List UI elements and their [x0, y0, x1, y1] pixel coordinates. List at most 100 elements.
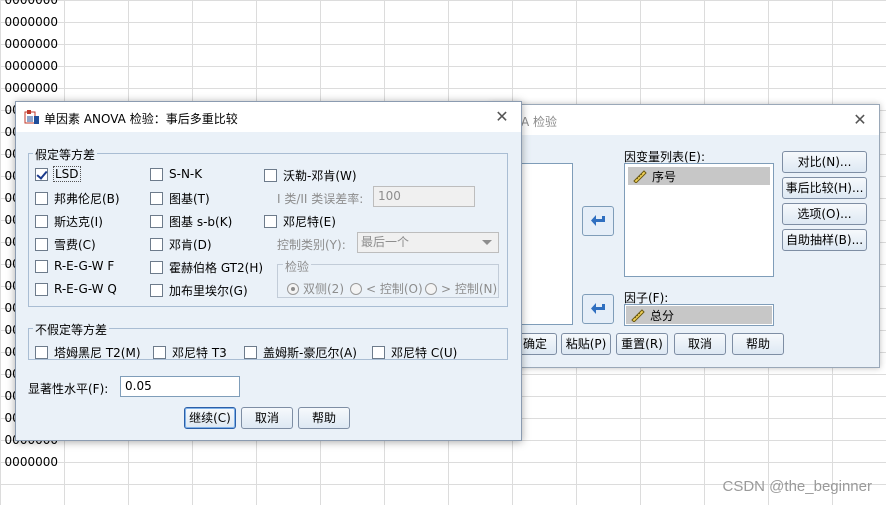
- checkbox-box[interactable]: [35, 282, 48, 296]
- dunnett-checkbox[interactable]: 邓尼特(E): [264, 213, 336, 230]
- post-hoc-dialog: 单因素 ANOVA 检验：事后多重比较 ✕ 假定等方差 LSD 邦弗伦尼(B) …: [15, 101, 522, 441]
- dialog-titlebar: 单因素 ANOVA 检验：事后多重比较 ✕: [16, 102, 521, 132]
- checkbox-box[interactable]: [35, 192, 48, 205]
- back-dialog-close-icon[interactable]: ✕: [851, 111, 869, 129]
- spss-app-icon: [24, 110, 39, 124]
- radio-dot[interactable]: [350, 282, 362, 295]
- dunnett-label: 邓尼特(E): [283, 215, 336, 229]
- arrow-left-icon: [591, 215, 605, 226]
- hochberg-label: 霍赫伯格 GT2(H): [169, 261, 264, 275]
- checkbox-box[interactable]: [150, 167, 163, 181]
- cell-value[interactable]: 0000000: [0, 55, 58, 77]
- radio-dot[interactable]: [425, 282, 437, 295]
- less-than-control-radio[interactable]: < 控制(O): [350, 280, 423, 297]
- dunnett-c-label: 邓尼特 C(U): [391, 346, 458, 360]
- checkbox-box[interactable]: [35, 259, 48, 273]
- factor-field[interactable]: 总分: [624, 304, 774, 326]
- cell-value[interactable]: 0000000: [0, 33, 58, 55]
- dunnett-c-checkbox[interactable]: 邓尼特 C(U): [372, 344, 457, 361]
- move-to-factor-button[interactable]: [582, 294, 614, 324]
- cell-value[interactable]: 0000000: [0, 77, 58, 99]
- checkbox-box[interactable]: [150, 215, 163, 228]
- cell-value[interactable]: 0000000: [0, 11, 58, 33]
- checkbox-box[interactable]: [264, 215, 277, 228]
- cell-value[interactable]: 0000000: [0, 0, 58, 11]
- gabriel-checkbox[interactable]: 加布里埃尔(G): [150, 282, 248, 299]
- bootstrap-button[interactable]: 自助抽样(B)...: [782, 229, 867, 251]
- tamhane-checkbox[interactable]: 塔姆黑尼 T2(M): [35, 344, 141, 361]
- sidak-label: 斯达克(I): [54, 215, 103, 229]
- scheffe-label: 雪费(C): [54, 238, 96, 252]
- post-hoc-button[interactable]: 事后比较(H)...: [782, 177, 867, 199]
- radio-dot[interactable]: [287, 282, 299, 295]
- error-ratio-label: I 类/II 类误差率:: [277, 192, 364, 206]
- move-to-dependent-button[interactable]: [582, 206, 614, 236]
- sidak-checkbox[interactable]: 斯达克(I): [35, 213, 103, 230]
- lsd-label: LSD: [53, 166, 81, 182]
- waller-duncan-label: 沃勒-邓肯(W): [283, 169, 357, 183]
- error-ratio-input[interactable]: 100: [373, 186, 475, 207]
- checkbox-box[interactable]: [150, 284, 163, 297]
- tukey-b-checkbox[interactable]: 图基 s-b(K): [150, 213, 232, 230]
- regwq-label: R-E-G-W Q: [54, 282, 117, 296]
- bonferroni-label: 邦弗伦尼(B): [54, 192, 120, 206]
- paste-button[interactable]: 粘贴(P): [561, 333, 611, 355]
- dependent-list[interactable]: 序号: [624, 163, 774, 277]
- dunnett-t3-label: 邓尼特 T3: [172, 346, 227, 360]
- continue-button[interactable]: 继续(C): [184, 407, 236, 429]
- checkbox-box[interactable]: [35, 167, 48, 181]
- checkbox-box[interactable]: [150, 192, 163, 205]
- contrasts-button[interactable]: 对比(N)...: [782, 151, 867, 173]
- scheffe-checkbox[interactable]: 雪费(C): [35, 236, 96, 253]
- waller-duncan-checkbox[interactable]: 沃勒-邓肯(W): [264, 167, 357, 184]
- checkbox-box[interactable]: [35, 215, 48, 228]
- options-button[interactable]: 选项(O)...: [782, 203, 867, 225]
- snk-checkbox[interactable]: S-N-K: [150, 167, 202, 181]
- tukey-checkbox[interactable]: 图基(T): [150, 190, 210, 207]
- significance-input[interactable]: 0.05: [120, 376, 240, 397]
- gabriel-label: 加布里埃尔(G): [169, 284, 248, 298]
- help-button[interactable]: 帮助: [732, 333, 784, 355]
- chevron-down-icon: [482, 240, 492, 245]
- help-button[interactable]: 帮助: [298, 407, 350, 429]
- factor-item-label: 总分: [650, 308, 675, 323]
- list-item[interactable]: 序号: [628, 167, 770, 185]
- reset-button[interactable]: 重置(R): [616, 333, 668, 355]
- checkbox-box[interactable]: [35, 346, 48, 359]
- games-howell-checkbox[interactable]: 盖姆斯-豪厄尔(A): [244, 344, 357, 361]
- checkbox-box[interactable]: [150, 238, 163, 251]
- back-dialog-titlebar: A 检验 ✕: [491, 105, 879, 135]
- duncan-label: 邓肯(D): [169, 238, 212, 252]
- greater-than-control-radio[interactable]: > 控制(N): [425, 280, 497, 297]
- watermark: CSDN @the_beginner: [722, 478, 872, 495]
- checkbox-box[interactable]: [244, 346, 257, 359]
- arrow-left-icon: [591, 303, 605, 314]
- games-howell-label: 盖姆斯-豪厄尔(A): [263, 346, 357, 360]
- dialog-title: 单因素 ANOVA 检验：事后多重比较: [44, 112, 238, 126]
- factor-item[interactable]: 总分: [626, 306, 772, 324]
- bonferroni-checkbox[interactable]: 邦弗伦尼(B): [35, 190, 120, 207]
- control-category-select[interactable]: 最后一个: [357, 232, 499, 253]
- cell-value[interactable]: 0000000: [0, 451, 58, 473]
- two-sided-radio[interactable]: 双侧(2): [287, 280, 344, 297]
- hochberg-gt2-checkbox[interactable]: 霍赫伯格 GT2(H): [150, 259, 263, 276]
- checkbox-box[interactable]: [150, 261, 163, 274]
- equal-variance-legend: 假定等方差: [33, 146, 98, 163]
- unequal-variance-legend: 不假定等方差: [33, 321, 110, 338]
- checkbox-box[interactable]: [264, 169, 277, 182]
- cancel-button[interactable]: 取消: [241, 407, 293, 429]
- lsd-checkbox[interactable]: LSD: [35, 166, 81, 182]
- duncan-checkbox[interactable]: 邓肯(D): [150, 236, 212, 253]
- checkbox-box[interactable]: [372, 346, 385, 359]
- checkbox-box[interactable]: [35, 238, 48, 251]
- regwq-checkbox[interactable]: R-E-G-W Q: [35, 282, 117, 296]
- less-than-control-label: < 控制(O): [366, 282, 423, 296]
- cancel-button[interactable]: 取消: [674, 333, 726, 355]
- control-category-label: 控制类别(Y):: [277, 238, 346, 252]
- dunnett-t3-checkbox[interactable]: 邓尼特 T3: [153, 344, 227, 361]
- control-category-value: 最后一个: [361, 235, 410, 249]
- dialog-close-icon[interactable]: ✕: [493, 108, 511, 126]
- checkbox-box[interactable]: [153, 346, 166, 359]
- greater-than-control-label: > 控制(N): [441, 282, 498, 296]
- regwf-checkbox[interactable]: R-E-G-W F: [35, 259, 114, 273]
